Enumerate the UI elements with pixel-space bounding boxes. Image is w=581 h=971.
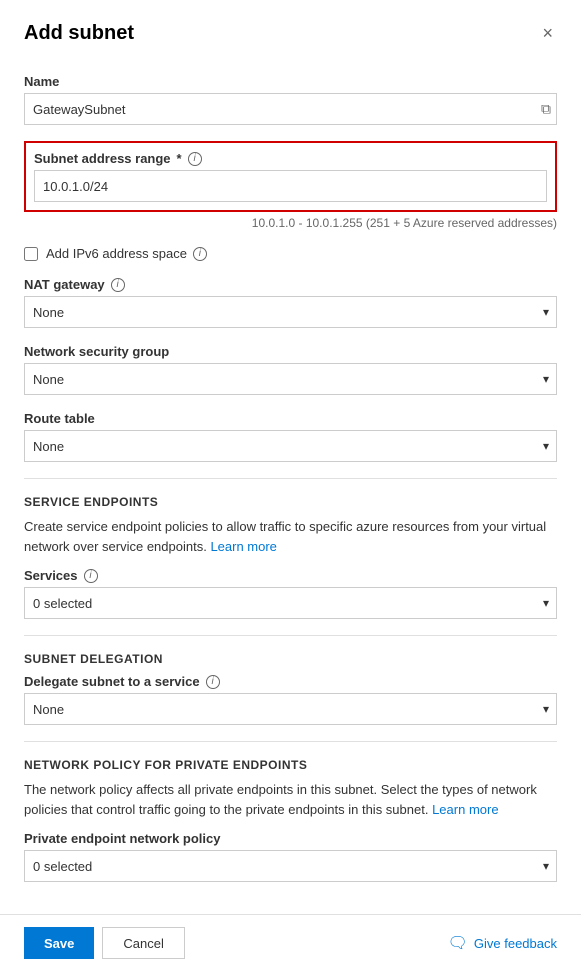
ipv6-label[interactable]: Add IPv6 address space i bbox=[46, 246, 207, 261]
dialog-title: Add subnet bbox=[24, 22, 134, 45]
nat-gateway-field-group: NAT gateway i None ▾ bbox=[24, 277, 557, 328]
feedback-icon: 🗨 bbox=[448, 933, 468, 953]
subnet-delegation-heading: SUBNET DELEGATION bbox=[24, 652, 557, 666]
nat-gateway-select-wrapper: None ▾ bbox=[24, 296, 557, 328]
divider-2 bbox=[24, 635, 557, 636]
private-endpoint-policy-label: Private endpoint network policy bbox=[24, 831, 557, 846]
route-table-select-wrapper: None ▾ bbox=[24, 430, 557, 462]
service-endpoints-description: Create service endpoint policies to allo… bbox=[24, 517, 557, 556]
network-policy-heading: NETWORK POLICY FOR PRIVATE ENDPOINTS bbox=[24, 758, 557, 772]
subnet-address-hint: 10.0.1.0 - 10.0.1.255 (251 + 5 Azure res… bbox=[24, 216, 557, 230]
save-button[interactable]: Save bbox=[24, 927, 94, 959]
name-input[interactable] bbox=[24, 93, 557, 125]
services-select[interactable]: 0 selected bbox=[24, 587, 557, 619]
service-endpoints-learn-more[interactable]: Learn more bbox=[210, 539, 276, 554]
delegate-info-icon[interactable]: i bbox=[206, 675, 220, 689]
give-feedback-button[interactable]: 🗨 Give feedback bbox=[448, 933, 557, 953]
cancel-button[interactable]: Cancel bbox=[102, 927, 184, 959]
nat-gateway-label: NAT gateway i bbox=[24, 277, 557, 292]
nat-gateway-select[interactable]: None bbox=[24, 296, 557, 328]
private-endpoint-policy-select[interactable]: 0 selected bbox=[24, 850, 557, 882]
network-policy-learn-more[interactable]: Learn more bbox=[432, 802, 498, 817]
delegate-label: Delegate subnet to a service i bbox=[24, 674, 557, 689]
nsg-select[interactable]: None bbox=[24, 363, 557, 395]
nsg-label: Network security group bbox=[24, 344, 557, 359]
divider-3 bbox=[24, 741, 557, 742]
close-button[interactable]: × bbox=[538, 20, 557, 46]
name-label: Name bbox=[24, 74, 557, 89]
network-policy-section: NETWORK POLICY FOR PRIVATE ENDPOINTS The… bbox=[24, 758, 557, 882]
route-table-field-group: Route table None ▾ bbox=[24, 411, 557, 462]
network-policy-description: The network policy affects all private e… bbox=[24, 780, 557, 819]
feedback-label: Give feedback bbox=[474, 936, 557, 951]
subnet-address-info-icon[interactable]: i bbox=[188, 152, 202, 166]
service-endpoints-section: SERVICE ENDPOINTS Create service endpoin… bbox=[24, 495, 557, 619]
services-label: Services i bbox=[24, 568, 557, 583]
add-subnet-dialog: Add subnet × Name ⧉ Subnet address range… bbox=[0, 0, 581, 971]
route-table-select[interactable]: None bbox=[24, 430, 557, 462]
delegate-select[interactable]: None bbox=[24, 693, 557, 725]
dialog-header: Add subnet × bbox=[0, 0, 581, 58]
copy-icon[interactable]: ⧉ bbox=[541, 101, 551, 118]
subnet-address-range-input[interactable] bbox=[34, 170, 547, 202]
service-endpoints-heading: SERVICE ENDPOINTS bbox=[24, 495, 557, 509]
delegate-select-wrapper: None ▾ bbox=[24, 693, 557, 725]
services-info-icon[interactable]: i bbox=[84, 569, 98, 583]
name-input-wrapper: ⧉ bbox=[24, 93, 557, 125]
subnet-delegation-section: SUBNET DELEGATION Delegate subnet to a s… bbox=[24, 652, 557, 725]
ipv6-checkbox-group: Add IPv6 address space i bbox=[24, 246, 557, 261]
route-table-label: Route table bbox=[24, 411, 557, 426]
name-field-group: Name ⧉ bbox=[24, 74, 557, 125]
nat-gateway-info-icon[interactable]: i bbox=[111, 278, 125, 292]
dialog-body: Name ⧉ Subnet address range * i 10.0.1.0… bbox=[0, 58, 581, 914]
subnet-address-range-group: Subnet address range * i bbox=[24, 141, 557, 212]
ipv6-info-icon[interactable]: i bbox=[193, 247, 207, 261]
private-endpoint-policy-select-wrapper: 0 selected ▾ bbox=[24, 850, 557, 882]
dialog-footer: Save Cancel 🗨 Give feedback bbox=[0, 914, 581, 971]
nsg-field-group: Network security group None ▾ bbox=[24, 344, 557, 395]
subnet-address-range-label: Subnet address range * i bbox=[34, 151, 547, 166]
services-select-wrapper: 0 selected ▾ bbox=[24, 587, 557, 619]
divider-1 bbox=[24, 478, 557, 479]
footer-actions: Save Cancel bbox=[24, 927, 185, 959]
nsg-select-wrapper: None ▾ bbox=[24, 363, 557, 395]
ipv6-checkbox[interactable] bbox=[24, 247, 38, 261]
